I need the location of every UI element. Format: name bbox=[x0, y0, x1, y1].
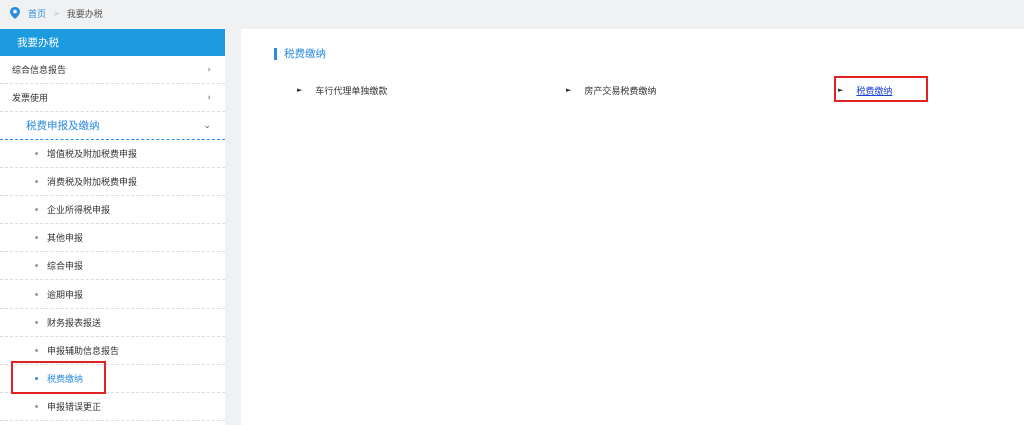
sidebar-subitem[interactable]: 消费税及附加税费申报 bbox=[0, 168, 225, 197]
sidebar-subitem[interactable]: 增值税及附加税费申报 bbox=[0, 140, 225, 169]
sidebar-subitem-label: 逾期申报 bbox=[47, 290, 84, 301]
title-accent-bar bbox=[274, 47, 277, 60]
sidebar-subitem-label: 财务报表报送 bbox=[47, 318, 102, 329]
bullet-icon bbox=[35, 180, 38, 184]
section-title-text: 税费缴纳 bbox=[284, 48, 326, 60]
sidebar-group-tax-filing[interactable]: 税费申报及缴纳 ⌄ bbox=[0, 112, 225, 140]
section-title: 税费缴纳 bbox=[274, 46, 326, 61]
sidebar-group-label: 税费申报及缴纳 bbox=[26, 120, 100, 132]
bullet-icon bbox=[35, 404, 38, 408]
chevron-right-icon: › bbox=[207, 92, 211, 103]
bullet-icon bbox=[35, 292, 38, 296]
bullet-icon bbox=[35, 348, 38, 352]
link-property-transaction-tax[interactable]: ► 房产交易税费缴纳 bbox=[566, 81, 656, 99]
bullet-icon bbox=[35, 236, 38, 240]
sidebar-subitem-label: 企业所得税申报 bbox=[47, 206, 111, 217]
sidebar-subitem[interactable]: 财务报表报送 bbox=[0, 309, 225, 337]
breadcrumb-separator: > bbox=[53, 8, 60, 18]
sidebar-subitem-label: 增值税及附加税费申报 bbox=[47, 150, 138, 161]
item-label: 车行代理单独缴款 bbox=[315, 86, 388, 97]
sidebar-subitem-active[interactable]: 税费缴纳 bbox=[0, 365, 225, 393]
bullet-icon bbox=[35, 376, 38, 380]
location-pin-icon bbox=[10, 7, 20, 19]
item-label: 房产交易税费缴纳 bbox=[584, 86, 657, 97]
chevron-down-icon: ⌄ bbox=[203, 120, 211, 131]
sidebar-subitem[interactable]: 企业所得税申报 bbox=[0, 196, 225, 225]
sidebar-title: 我要办税 bbox=[0, 29, 225, 56]
link-vehicle-agent-payment[interactable]: ► 车行代理单独缴款 bbox=[297, 81, 387, 99]
sidebar-subitem-label: 其他申报 bbox=[47, 234, 84, 245]
double-arrow-icon: ► bbox=[838, 86, 844, 94]
sidebar-subitem-label: 申报错误更正 bbox=[47, 402, 102, 413]
sidebar-subitem[interactable]: 其他申报 bbox=[0, 224, 225, 253]
sidebar: 我要办税 综合信息报告 › 发票使用 › 税费申报及缴纳 ⌄ 增值税及附加税费申… bbox=[0, 29, 225, 425]
sidebar-subitem-label: 申报辅助信息报告 bbox=[47, 346, 120, 357]
double-arrow-icon: ► bbox=[297, 86, 303, 94]
sidebar-subitem[interactable]: 申报错误更正 bbox=[0, 393, 225, 421]
sidebar-subitem[interactable]: 综合申报 bbox=[0, 252, 225, 281]
sidebar-subitem[interactable]: 申报辅助信息报告 bbox=[0, 337, 225, 365]
link-tax-payment[interactable]: ► 税费缴纳 bbox=[838, 81, 892, 99]
bullet-icon bbox=[35, 208, 38, 212]
item-label: 税费缴纳 bbox=[856, 86, 893, 97]
sidebar-subitem-label: 消费税及附加税费申报 bbox=[47, 178, 138, 189]
bullet-icon bbox=[35, 320, 38, 324]
breadcrumb-home-link[interactable]: 首页 bbox=[28, 7, 46, 20]
sidebar-subitem-label: 综合申报 bbox=[47, 262, 84, 273]
bullet-icon bbox=[35, 152, 38, 156]
sidebar-item-invoice-use[interactable]: 发票使用 › bbox=[0, 84, 225, 112]
breadcrumb-current: 我要办税 bbox=[66, 9, 103, 20]
sidebar-item-label: 综合信息报告 bbox=[12, 66, 67, 76]
bullet-icon bbox=[35, 264, 38, 268]
sidebar-item-info-report[interactable]: 综合信息报告 › bbox=[0, 56, 225, 84]
chevron-right-icon: › bbox=[207, 64, 211, 75]
double-arrow-icon: ► bbox=[566, 86, 572, 94]
main-content: 税费缴纳 ► 车行代理单独缴款 ► 房产交易税费缴纳 ► 税费缴纳 bbox=[241, 29, 1024, 425]
sidebar-subitem-label: 税费缴纳 bbox=[47, 374, 84, 385]
sidebar-subitem[interactable]: 逾期申报 bbox=[0, 280, 225, 309]
breadcrumb: 首页 > 我要办税 bbox=[0, 0, 1024, 26]
sidebar-item-label: 发票使用 bbox=[12, 94, 49, 104]
